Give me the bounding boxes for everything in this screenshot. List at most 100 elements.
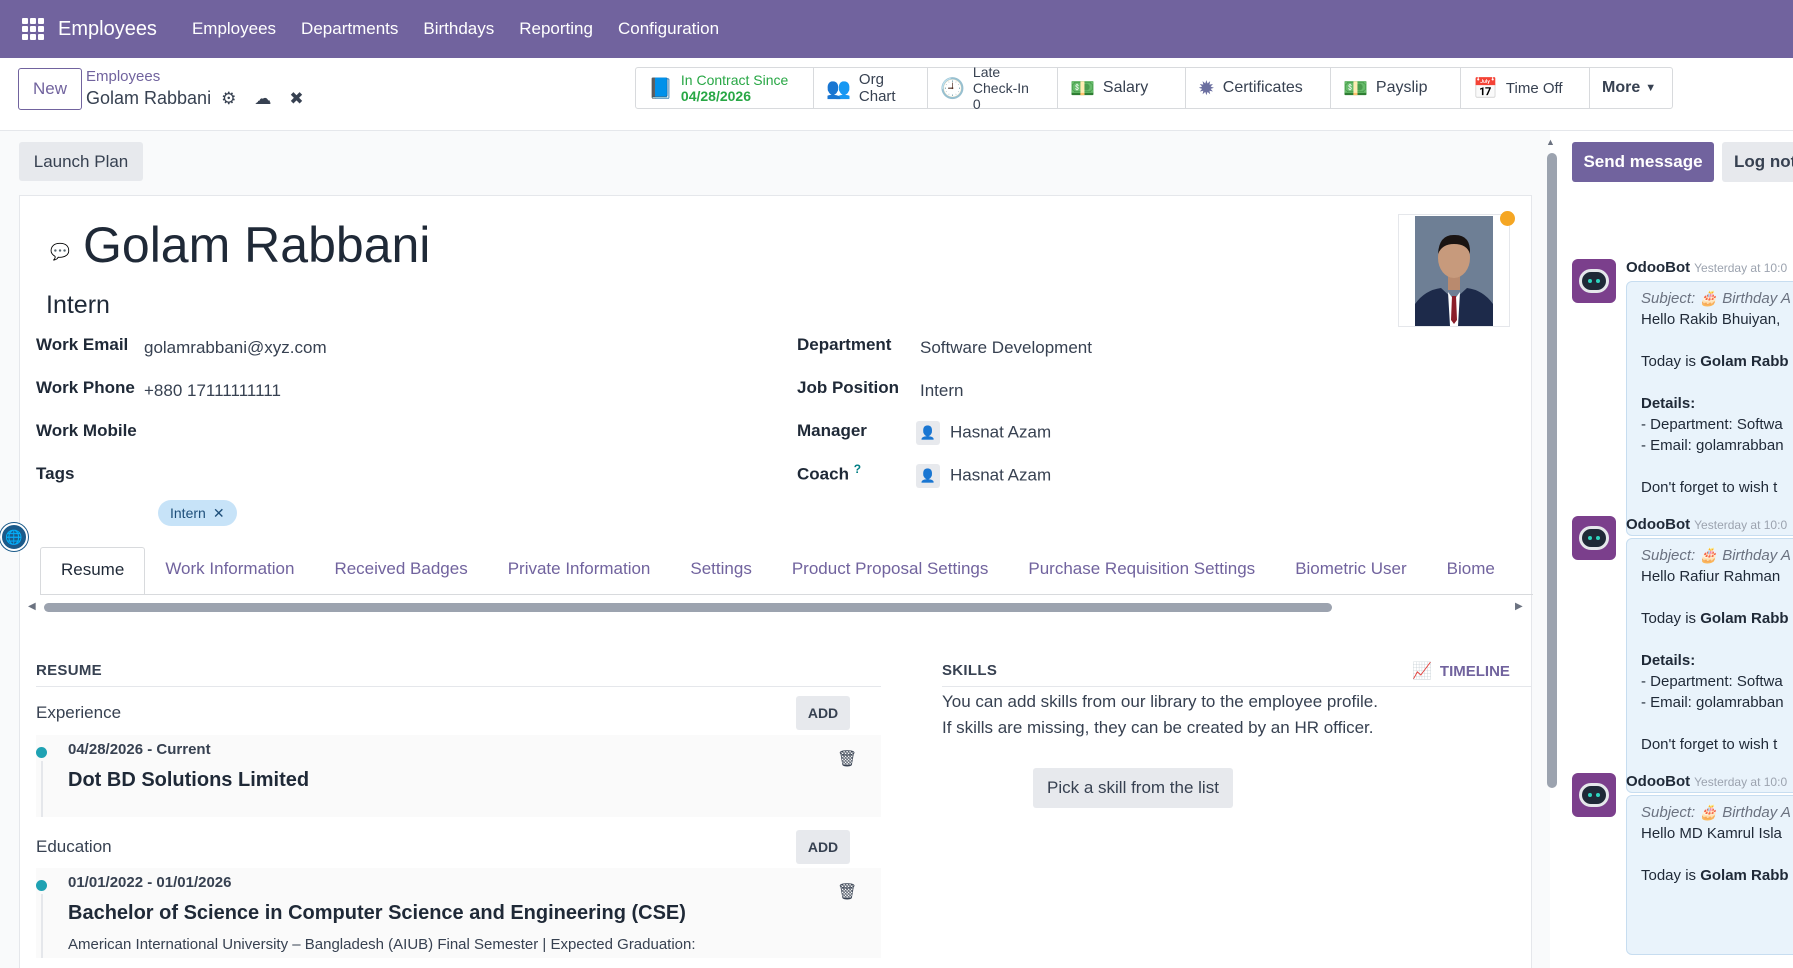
breadcrumb-current: Golam Rabbani ⚙ ☁ ✖ bbox=[86, 88, 304, 109]
chart-line-icon: 📈 bbox=[1412, 663, 1432, 680]
timeline-button[interactable]: 📈 TIMELINE bbox=[1412, 661, 1510, 681]
tags-label: Tags bbox=[36, 464, 75, 483]
tab-resume[interactable]: Resume bbox=[40, 547, 146, 594]
launch-plan-button[interactable]: Launch Plan bbox=[19, 142, 143, 181]
log-note-button[interactable]: Log not bbox=[1722, 142, 1793, 182]
certificate-icon: ✹ bbox=[1198, 77, 1215, 100]
salary-label: Salary bbox=[1102, 79, 1149, 96]
tag-chip: Intern ✕ bbox=[158, 500, 237, 526]
job-position-field[interactable]: Intern bbox=[920, 381, 963, 401]
tag-chip-label: Intern bbox=[170, 505, 206, 521]
trash-icon[interactable]: 🗑 bbox=[837, 749, 857, 769]
coach-label-text: Coach bbox=[797, 464, 849, 484]
caret-down-icon: ▼ bbox=[1645, 82, 1657, 94]
manager-name: Hasnat Azam bbox=[950, 422, 1052, 442]
tag-remove-icon[interactable]: ✕ bbox=[213, 505, 225, 522]
new-button[interactable]: New bbox=[18, 68, 82, 110]
nav-employees[interactable]: Employees bbox=[192, 19, 276, 39]
message-time: Yesterday at 10:0 bbox=[1694, 518, 1788, 532]
discard-icon[interactable]: ✖ bbox=[289, 89, 303, 109]
salary-smart-button[interactable]: 💵 Salary bbox=[1058, 68, 1186, 108]
work-mobile-label: Work Mobile bbox=[36, 421, 137, 440]
tab-settings[interactable]: Settings bbox=[670, 547, 771, 594]
message-author-name[interactable]: OdooBot bbox=[1626, 773, 1690, 790]
org-chart-smart-button[interactable]: 👥 Org Chart bbox=[814, 68, 928, 108]
message-author: OdooBot Yesterday at 10:0 bbox=[1626, 773, 1787, 790]
message-bubble: Subject: 🎂 Birthday A Hello Rakib Bhuiya… bbox=[1626, 281, 1793, 536]
tab-biometric-user[interactable]: Biometric User bbox=[1275, 547, 1426, 594]
add-education-button[interactable]: ADD bbox=[796, 830, 850, 864]
employee-photo[interactable] bbox=[1398, 214, 1510, 327]
vertical-scrollbar-thumb[interactable] bbox=[1547, 153, 1557, 788]
nav-configuration[interactable]: Configuration bbox=[618, 19, 719, 39]
scroll-left-arrow-icon[interactable]: ◀ bbox=[28, 601, 36, 612]
message-today: Today is Golam Rabb bbox=[1641, 865, 1793, 886]
certificates-label: Certificates bbox=[1222, 79, 1303, 96]
gear-icon[interactable]: ⚙ bbox=[221, 89, 236, 109]
app-brand[interactable]: Employees bbox=[58, 18, 157, 41]
late-checkin-label: Late Check-In bbox=[972, 64, 1029, 96]
send-message-button[interactable]: Send message bbox=[1572, 142, 1714, 182]
add-experience-button[interactable]: ADD bbox=[796, 696, 850, 730]
employee-job-title[interactable]: Intern bbox=[46, 291, 110, 320]
scroll-right-arrow-icon[interactable]: ▶ bbox=[1515, 601, 1523, 612]
certificates-smart-button[interactable]: ✹ Certificates bbox=[1186, 68, 1331, 108]
pick-skill-button[interactable]: Pick a skill from the list bbox=[1033, 768, 1233, 808]
experience-line[interactable]: 04/28/2026 - Current Dot BD Solutions Li… bbox=[36, 735, 881, 817]
timeline-dot bbox=[36, 747, 47, 758]
message-today-prefix: Today is bbox=[1641, 867, 1701, 884]
breadcrumb-current-label: Golam Rabbani bbox=[86, 88, 212, 108]
tab-biometric-more[interactable]: Biome bbox=[1427, 547, 1515, 594]
tab-received-badges[interactable]: Received Badges bbox=[314, 547, 487, 594]
experience-date: 04/28/2026 - Current bbox=[68, 741, 211, 758]
work-mobile-field[interactable] bbox=[144, 424, 704, 444]
tab-product-proposal-settings[interactable]: Product Proposal Settings bbox=[772, 547, 1009, 594]
message-details: Details: bbox=[1641, 652, 1696, 669]
late-checkin-smart-button[interactable]: 🕘 Late Check-In 0 bbox=[928, 64, 1058, 112]
manager-field[interactable]: 👤 Hasnat Azam bbox=[916, 421, 1051, 445]
nav-birthdays[interactable]: Birthdays bbox=[423, 19, 494, 39]
more-dropdown[interactable]: More ▼ bbox=[1590, 68, 1672, 108]
message-bubble: Subject: 🎂 Birthday A Hello MD Kamrul Is… bbox=[1626, 795, 1793, 955]
scroll-up-arrow-icon[interactable]: ▲ bbox=[1546, 137, 1555, 147]
odoobot-avatar[interactable] bbox=[1572, 259, 1616, 303]
resume-divider bbox=[36, 686, 881, 687]
contract-smart-button[interactable]: 📘 In Contract Since 04/28/2026 bbox=[636, 68, 814, 108]
trash-icon[interactable]: 🗑 bbox=[837, 882, 857, 902]
education-line[interactable]: 01/01/2022 - 01/01/2026 Bachelor of Scie… bbox=[36, 868, 881, 958]
message-author-name[interactable]: OdooBot bbox=[1626, 516, 1690, 533]
message-email: - Email: golamrabban bbox=[1641, 437, 1784, 454]
tab-work-information[interactable]: Work Information bbox=[145, 547, 314, 594]
globe-assistant-icon[interactable]: 🌐 bbox=[0, 523, 28, 551]
cloud-save-icon[interactable]: ☁ bbox=[254, 89, 271, 109]
tab-private-information[interactable]: Private Information bbox=[488, 547, 671, 594]
apps-menu-icon[interactable] bbox=[22, 18, 44, 40]
work-email-field[interactable]: golamrabbani@xyz.com bbox=[144, 338, 327, 358]
skills-hint-line2: If skills are missing, they can be creat… bbox=[942, 718, 1374, 737]
scrollbar-thumb[interactable] bbox=[44, 603, 1332, 612]
message-author: OdooBot Yesterday at 10:0 bbox=[1626, 516, 1787, 533]
chat-bubble-icon[interactable]: 💬 bbox=[50, 242, 70, 262]
employee-photo-image bbox=[1415, 215, 1493, 326]
odoobot-avatar[interactable] bbox=[1572, 773, 1616, 817]
department-field[interactable]: Software Development bbox=[920, 338, 1092, 358]
coach-field[interactable]: 👤 Hasnat Azam bbox=[916, 464, 1051, 488]
user-avatar-icon: 👤 bbox=[916, 464, 940, 488]
tab-purchase-requisition-settings[interactable]: Purchase Requisition Settings bbox=[1008, 547, 1275, 594]
nav-departments[interactable]: Departments bbox=[301, 19, 398, 39]
time-off-smart-button[interactable]: 📅 Time Off bbox=[1461, 68, 1590, 108]
users-icon: 👥 bbox=[826, 77, 851, 100]
payslip-smart-button[interactable]: 💵 Payslip bbox=[1331, 68, 1461, 108]
money-icon: 💵 bbox=[1343, 77, 1368, 100]
breadcrumb-parent[interactable]: Employees bbox=[86, 68, 160, 85]
top-navbar: Employees Employees Departments Birthday… bbox=[0, 0, 1793, 58]
nav-reporting[interactable]: Reporting bbox=[519, 19, 593, 39]
odoobot-avatar[interactable] bbox=[1572, 516, 1616, 560]
work-phone-field[interactable]: +880 17111111111 bbox=[144, 381, 281, 401]
message-author-name[interactable]: OdooBot bbox=[1626, 259, 1690, 276]
help-tooltip-icon[interactable]: ? bbox=[854, 462, 861, 476]
employee-name[interactable]: Golam Rabbani bbox=[83, 216, 430, 274]
tabs-horizontal-scrollbar[interactable]: ◀ ▶ bbox=[28, 601, 1528, 613]
contract-label: In Contract Since bbox=[680, 72, 789, 88]
more-label: More bbox=[1602, 79, 1641, 96]
